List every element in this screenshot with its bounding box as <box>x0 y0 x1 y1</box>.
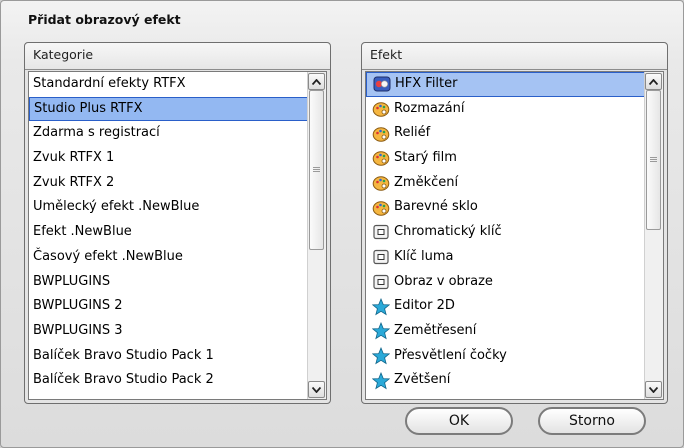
palette-icon <box>372 125 394 143</box>
list-item[interactable]: Změkčení <box>366 171 645 196</box>
effect-panel: Efekt HFX Filter Rozmazání Reliéf Starý fil… <box>361 42 668 404</box>
list-item-label: Zemětřesení <box>394 322 477 338</box>
scroll-down-button[interactable] <box>645 381 662 398</box>
list-item-label: Starý film <box>394 150 457 166</box>
list-item[interactable]: BWPLUGINS 2 <box>29 294 308 319</box>
grip-icon <box>313 167 320 173</box>
list-item[interactable]: Přesvětlení čočky <box>366 344 645 369</box>
list-item-label: HFX Filter <box>395 76 458 91</box>
list-item[interactable]: Klíč luma <box>366 245 645 270</box>
list-item[interactable]: Balíček Bravo Studio Pack 1 <box>29 344 308 369</box>
list-item-label: Barevné sklo <box>394 199 478 215</box>
list-item[interactable]: Rozmazání <box>366 97 645 122</box>
star-icon <box>372 371 394 390</box>
list-item[interactable]: Časový efekt .NewBlue <box>29 245 308 270</box>
scroll-up-button[interactable] <box>308 73 325 90</box>
list-item[interactable]: Zvuk RTFX 2 <box>29 171 308 196</box>
list-item-label: Klíč luma <box>394 248 454 264</box>
category-header: Kategorie <box>25 43 330 70</box>
chevron-up-icon <box>649 78 658 85</box>
category-rows: Standardní efekty RTFX Studio Plus RTFX Zd… <box>29 72 308 393</box>
scroll-thumb[interactable] <box>646 90 661 230</box>
category-scrollbar[interactable] <box>307 72 326 399</box>
effect-header: Efekt <box>362 43 667 70</box>
list-item-label: Rozmazání <box>394 100 465 116</box>
list-item[interactable]: Efekt .NewBlue <box>29 220 308 245</box>
effect-scrollbar[interactable] <box>644 72 663 399</box>
scroll-up-button[interactable] <box>645 73 662 90</box>
list-item-label: Chromatický klíč <box>394 224 502 240</box>
palette-icon <box>372 149 394 167</box>
cancel-button[interactable]: Storno <box>538 407 646 435</box>
grip-icon <box>650 157 657 163</box>
palette-icon <box>372 199 394 217</box>
list-item[interactable]: Zvětšení <box>366 368 645 393</box>
list-item[interactable]: Standardní efekty RTFX <box>29 72 308 97</box>
list-item[interactable]: Zdarma s registrací <box>29 121 308 146</box>
list-item-label: Zvětšení <box>394 372 451 388</box>
list-item-label: Obraz v obraze <box>394 273 493 289</box>
star-icon <box>372 297 394 316</box>
dialog-title: Přidat obrazový efekt <box>28 12 181 27</box>
list-item[interactable]: HFX Filter <box>366 72 645 97</box>
list-item-label: Změkčení <box>394 174 459 190</box>
list-item[interactable]: Chromatický klíč <box>366 220 645 245</box>
scroll-thumb[interactable] <box>309 90 324 250</box>
palette-icon <box>372 174 394 192</box>
list-item[interactable]: BWPLUGINS 3 <box>29 319 308 344</box>
list-item[interactable]: Editor 2D <box>366 294 645 319</box>
list-item[interactable]: Balíček Bravo Studio Pack 2 <box>29 368 308 393</box>
star-icon <box>372 322 394 340</box>
picture-in-picture-icon <box>372 248 394 266</box>
add-video-effect-dialog: Přidat obrazový efekt Kategorie Standard… <box>0 0 684 448</box>
list-item-label: Přesvětlení čočky <box>394 347 507 363</box>
scroll-down-button[interactable] <box>308 381 325 398</box>
list-item-label: Editor 2D <box>394 298 455 314</box>
list-item[interactable]: Studio Plus RTFX <box>29 96 308 122</box>
list-item[interactable]: Reliéf <box>366 121 645 146</box>
list-item[interactable]: Zemětřesení <box>366 319 645 344</box>
effect-list[interactable]: HFX Filter Rozmazání Reliéf Starý film Změkč… <box>365 71 664 400</box>
chevron-up-icon <box>312 78 321 85</box>
list-item[interactable]: Barevné sklo <box>366 195 645 220</box>
ok-button[interactable]: OK <box>405 407 513 435</box>
palette-icon <box>372 100 394 118</box>
picture-in-picture-icon <box>372 273 394 291</box>
list-item[interactable]: Zvuk RTFX 1 <box>29 146 308 171</box>
category-list[interactable]: Standardní efekty RTFX Studio Plus RTFX Zd… <box>28 71 327 400</box>
category-panel: Kategorie Standardní efekty RTFX Studio P… <box>24 42 331 404</box>
list-item[interactable]: Starý film <box>366 146 645 171</box>
list-item[interactable]: BWPLUGINS <box>29 270 308 295</box>
effect-rows: HFX Filter Rozmazání Reliéf Starý film Změkč… <box>366 72 645 393</box>
list-item[interactable]: Umělecký efekt .NewBlue <box>29 195 308 220</box>
picture-in-picture-icon <box>372 223 394 241</box>
chevron-down-icon <box>649 386 658 393</box>
list-item[interactable]: Obraz v obraze <box>366 270 645 295</box>
list-item-label: Reliéf <box>394 125 431 141</box>
hfx-filter-icon <box>373 75 395 93</box>
star-icon <box>372 346 394 365</box>
chevron-down-icon <box>312 386 321 393</box>
